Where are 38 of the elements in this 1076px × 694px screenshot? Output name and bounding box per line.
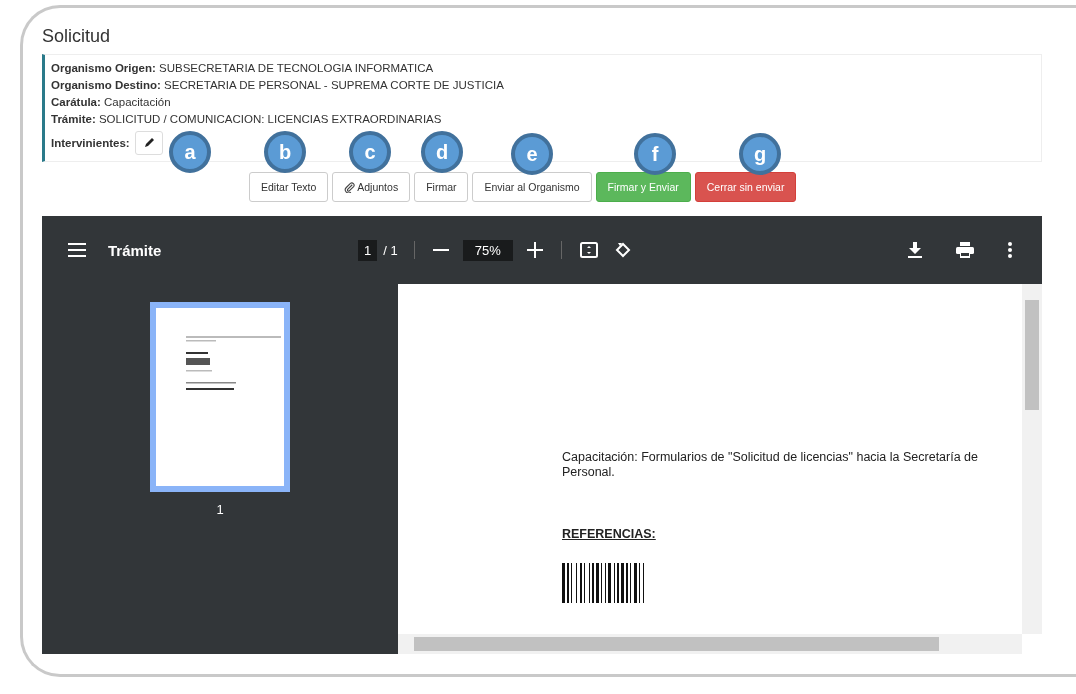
rotate-icon[interactable]	[613, 241, 632, 259]
document-title: Trámite	[108, 241, 163, 259]
callout-marker: a	[169, 131, 211, 173]
pencil-icon	[142, 137, 155, 149]
page-thumbnail[interactable]	[150, 302, 290, 492]
thumbnail-label: 1	[216, 502, 224, 517]
more-icon[interactable]	[1008, 242, 1012, 258]
zoom-in-icon[interactable]	[526, 242, 543, 258]
menu-icon[interactable]	[68, 243, 86, 257]
info-line: Trámite: SOLICITUD / COMUNICACION: LICENCIAS EXTRAORDINARIAS	[51, 112, 443, 127]
action-button[interactable]: Firmar	[414, 172, 469, 202]
print-icon[interactable]	[956, 242, 974, 258]
action-button[interactable]: Enviar al Organismo	[472, 172, 592, 202]
edit-button[interactable]	[134, 131, 163, 155]
horizontal-scrollbar[interactable]	[398, 634, 1022, 654]
document-paragraph: Capacitación: Formularios de "Solicitud de licencias" hacia la Secretaría de Personal.	[562, 450, 980, 480]
fit-page-icon[interactable]	[579, 241, 598, 259]
info-line: Carátula: Capacitación	[51, 95, 172, 110]
info-line: Organismo Destino: SECRETARIA DE PERSONAL - SUPREMA CORTE DE JUSTICIA	[51, 78, 505, 93]
callout-marker: f	[634, 133, 676, 175]
callout-marker: e	[511, 133, 553, 175]
page-total: / 1	[383, 242, 398, 258]
document-heading: REFERENCIAS:	[562, 527, 657, 541]
action-button[interactable]: Adjuntos	[332, 172, 411, 202]
page-title: Solicitud	[42, 26, 112, 48]
callout-marker: d	[421, 131, 463, 173]
zoom-field[interactable]: 75%	[462, 239, 513, 261]
paperclip-icon	[344, 181, 356, 193]
info-line: Organismo Origen: SUBSECRETARIA DE TECNOLOGIA INFORMATICA	[51, 61, 435, 76]
field-label: Intervinientes:	[51, 136, 130, 151]
callout-marker: c	[349, 131, 391, 173]
action-button[interactable]: Editar Texto	[249, 172, 329, 202]
download-icon[interactable]	[908, 242, 922, 258]
page-number-field[interactable]: 1	[358, 239, 378, 261]
action-button[interactable]: Cerrar sin enviar	[694, 172, 797, 202]
vertical-scrollbar[interactable]	[1022, 284, 1042, 634]
callout-marker: b	[264, 131, 306, 173]
callout-marker: g	[739, 133, 781, 175]
